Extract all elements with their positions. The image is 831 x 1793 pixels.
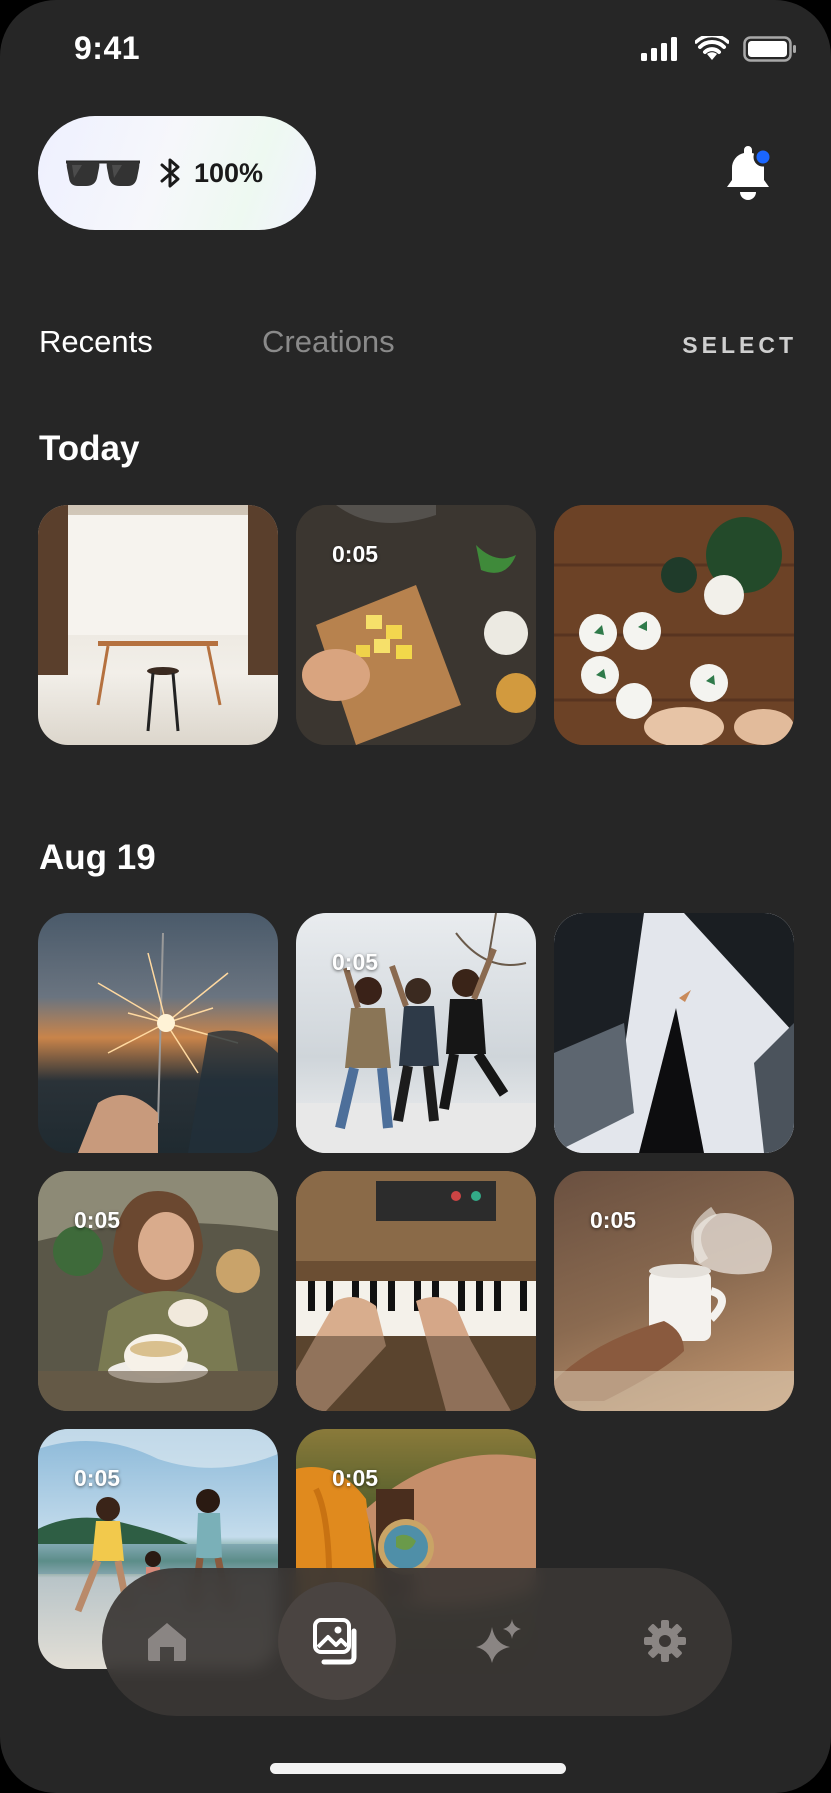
notifications-button[interactable] bbox=[722, 146, 774, 202]
nav-create[interactable] bbox=[440, 1582, 558, 1700]
glasses-icon bbox=[66, 160, 140, 186]
home-indicator[interactable] bbox=[270, 1763, 566, 1774]
thumbnail-image bbox=[554, 505, 794, 745]
battery-status-icon bbox=[743, 36, 796, 62]
thumbnail-image bbox=[554, 913, 794, 1153]
signal-icon bbox=[641, 37, 677, 61]
tab-creations[interactable]: Creations bbox=[262, 324, 395, 360]
media-thumbnail[interactable] bbox=[554, 505, 794, 745]
device-status-pill[interactable]: 100% bbox=[38, 116, 316, 230]
select-button[interactable]: SELECT bbox=[682, 332, 797, 359]
status-icons bbox=[641, 36, 797, 62]
nav-home[interactable] bbox=[108, 1582, 226, 1700]
gallery-screen: 9:41 100% Recents Creations SELECT Today… bbox=[0, 0, 831, 1793]
media-thumbnail[interactable]: 0:05 bbox=[296, 913, 536, 1153]
thumbnail-image bbox=[78, 932, 278, 1153]
media-thumbnail[interactable] bbox=[38, 505, 278, 745]
nav-settings[interactable] bbox=[606, 1582, 724, 1700]
media-thumbnail[interactable]: 0:05 bbox=[296, 505, 536, 745]
thumbnail-image bbox=[38, 505, 278, 732]
media-thumbnail[interactable] bbox=[38, 913, 278, 1153]
gallery-icon bbox=[313, 1618, 357, 1665]
bell-icon bbox=[727, 146, 773, 200]
video-duration: 0:05 bbox=[332, 1465, 379, 1491]
thumbnail-image bbox=[296, 1171, 536, 1411]
battery-percentage: 100% bbox=[194, 157, 264, 188]
video-duration: 0:05 bbox=[590, 1207, 637, 1233]
gear-icon bbox=[644, 1620, 686, 1662]
media-thumbnail[interactable]: 0:05 bbox=[554, 1171, 794, 1411]
bluetooth-icon bbox=[160, 158, 180, 188]
media-thumbnail[interactable] bbox=[296, 1171, 536, 1411]
status-time: 9:41 bbox=[74, 30, 141, 66]
video-duration: 0:05 bbox=[332, 949, 379, 975]
video-duration: 0:05 bbox=[332, 541, 379, 567]
bottom-navigation bbox=[102, 1568, 732, 1716]
home-icon bbox=[148, 1623, 186, 1661]
media-thumbnail[interactable] bbox=[554, 913, 794, 1153]
tab-recents[interactable]: Recents bbox=[39, 324, 153, 360]
section-title-today: Today bbox=[39, 429, 140, 468]
sparkle-icon bbox=[476, 1619, 521, 1663]
wifi-icon bbox=[695, 36, 729, 60]
video-duration: 0:05 bbox=[74, 1207, 121, 1233]
nav-gallery[interactable] bbox=[278, 1582, 396, 1700]
video-duration: 0:05 bbox=[74, 1465, 121, 1491]
media-thumbnail[interactable]: 0:05 bbox=[38, 1171, 278, 1411]
section-title-aug-19: Aug 19 bbox=[39, 838, 156, 877]
